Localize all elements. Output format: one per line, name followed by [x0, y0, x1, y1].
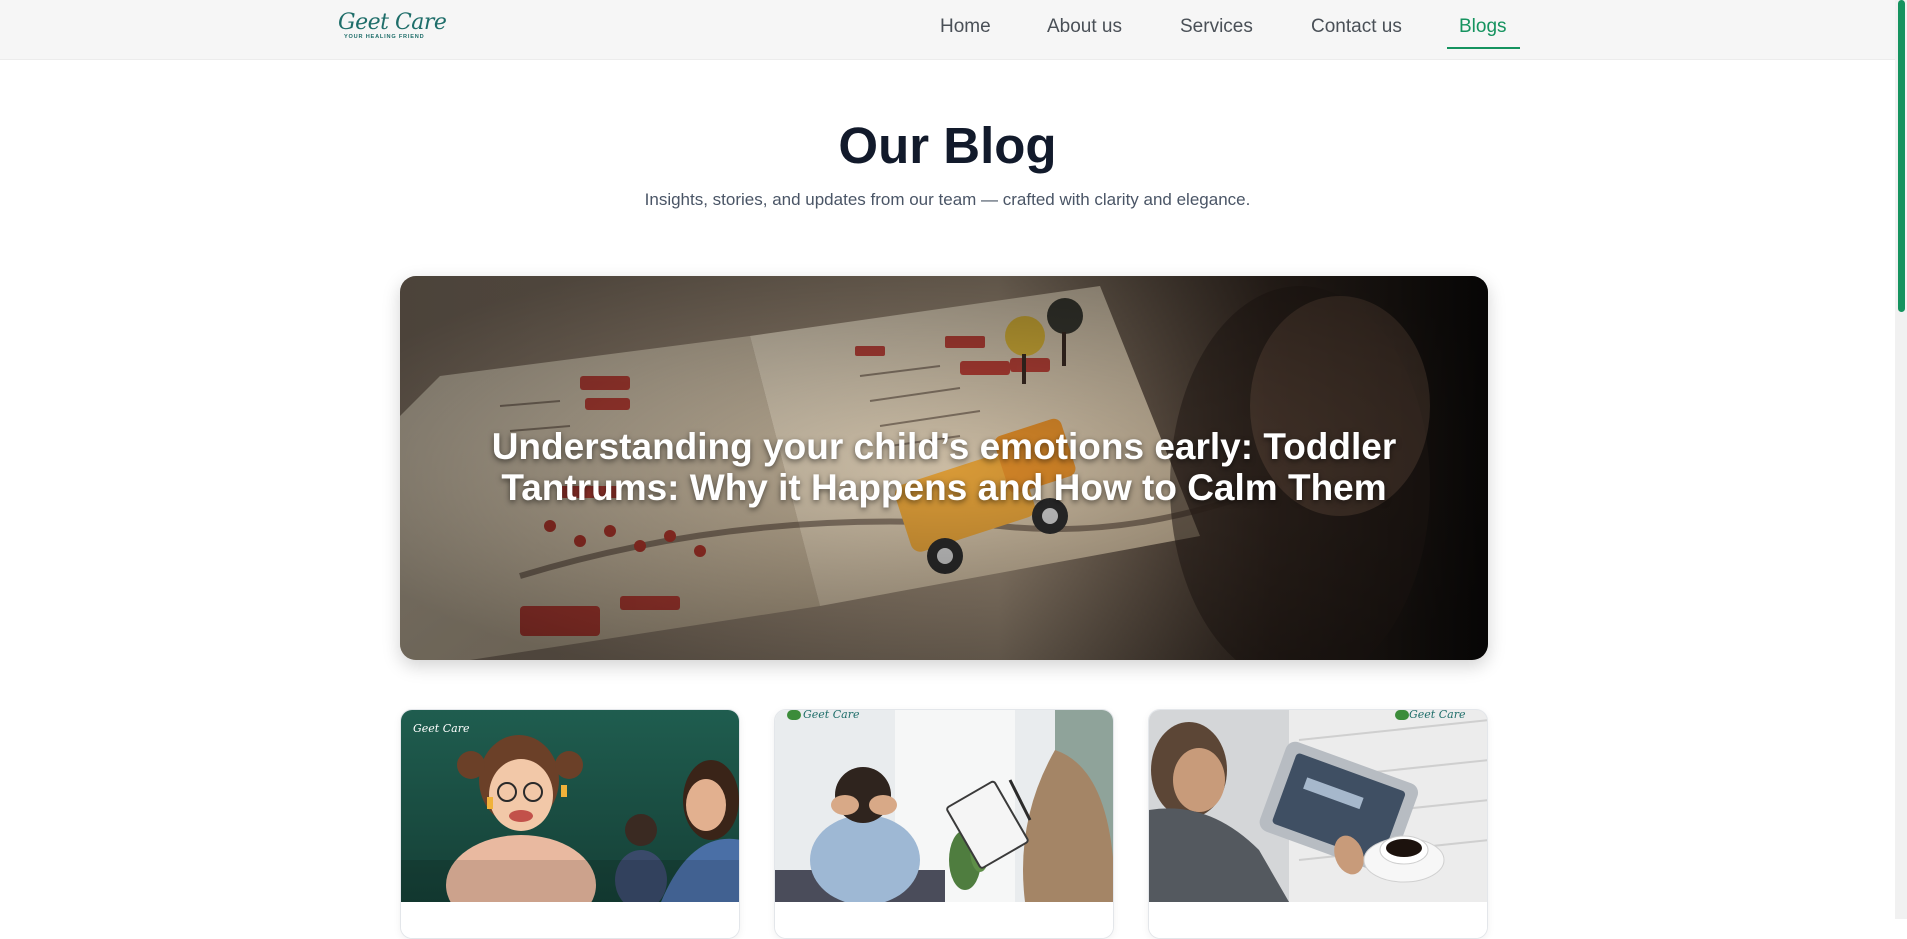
card-logo-text: Geet Care [413, 722, 470, 735]
featured-post-title[interactable]: Understanding your child’s emotions earl… [460, 426, 1428, 508]
card-logo-text: Geet Care [803, 709, 860, 721]
page-title: Our Blog [838, 117, 1057, 174]
brand-logo[interactable]: Geet Care YOUR HEALING FRIEND [338, 10, 447, 44]
nav-item-services[interactable]: Services [1180, 16, 1253, 38]
nav-item-home[interactable]: Home [940, 16, 991, 38]
blog-card-image [1149, 710, 1487, 938]
page-scrollbar[interactable] [1895, 0, 1907, 919]
top-navbar: Geet Care YOUR HEALING FRIEND Home About… [0, 0, 1895, 60]
page-subtitle: Insights, stories, and updates from our … [644, 190, 1251, 209]
blog-card[interactable]: Geet Care [1148, 709, 1488, 939]
blog-card-image [775, 710, 1113, 938]
brand-logo-text: Geet Care [338, 10, 447, 35]
nav-item-blogs[interactable]: Blogs [1459, 16, 1507, 38]
nav-item-about-us[interactable]: About us [1047, 16, 1122, 38]
brand-tagline: YOUR HEALING FRIEND [344, 34, 425, 40]
card-logo-text: Geet Care [1409, 709, 1466, 721]
blog-card[interactable]: Geet Care [400, 709, 740, 939]
active-nav-indicator [1447, 47, 1520, 49]
blog-card[interactable]: Geet Care [774, 709, 1114, 939]
featured-post-card[interactable]: Understanding your child’s emotions earl… [400, 276, 1488, 660]
nav-item-contact-us[interactable]: Contact us [1311, 16, 1402, 38]
tree-logo-icon [1395, 710, 1409, 720]
tree-logo-icon [787, 710, 801, 720]
blog-card-image [401, 710, 739, 938]
scrollbar-thumb[interactable] [1898, 0, 1905, 312]
